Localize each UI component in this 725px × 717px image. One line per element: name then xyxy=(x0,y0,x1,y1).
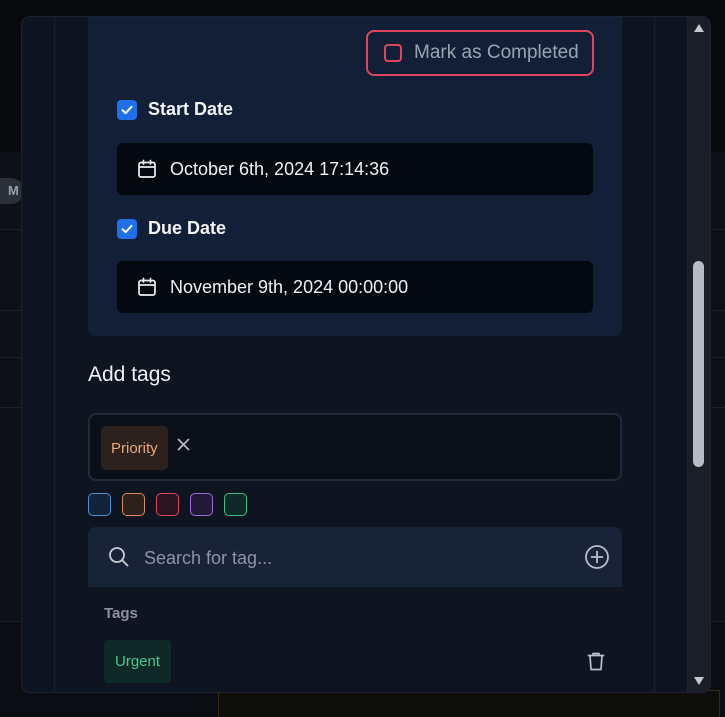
due-date-field[interactable]: November 9th, 2024 00:00:00 xyxy=(117,261,593,313)
modal-scrollbar[interactable] xyxy=(688,17,710,692)
search-icon xyxy=(109,547,129,567)
background-card xyxy=(218,690,720,717)
modal-inner-border xyxy=(54,17,55,692)
swatch-purple[interactable] xyxy=(190,493,213,516)
mark-completed-button[interactable]: Mark as Completed xyxy=(366,30,594,76)
start-date-checkbox[interactable] xyxy=(117,99,137,120)
tag-chip-priority: Priority xyxy=(101,426,168,470)
caret-up-icon xyxy=(694,24,704,32)
mark-completed-checkbox[interactable] xyxy=(384,44,402,62)
tag-urgent[interactable]: Urgent xyxy=(104,640,172,683)
due-date-value: November 9th, 2024 00:00:00 xyxy=(170,276,409,297)
tag-search-box xyxy=(88,527,622,587)
trash-icon[interactable] xyxy=(585,650,607,672)
swatch-red[interactable] xyxy=(156,493,179,516)
due-date-checkbox[interactable] xyxy=(117,218,137,239)
due-date-toggle[interactable]: Due Date xyxy=(117,218,226,239)
swatch-green[interactable] xyxy=(224,493,247,516)
add-tags-heading: Add tags xyxy=(88,363,171,386)
modal-inner-border xyxy=(654,17,655,692)
tags-list-heading: Tags xyxy=(104,605,138,622)
start-date-toggle[interactable]: Start Date xyxy=(117,99,233,120)
due-date-label: Due Date xyxy=(148,218,227,238)
scroll-up-button[interactable] xyxy=(688,17,710,39)
plus-circle-icon[interactable] xyxy=(584,544,610,570)
start-date-value: October 6th, 2024 17:14:36 xyxy=(170,158,390,179)
selected-tags-input[interactable]: Priority xyxy=(88,413,622,481)
scroll-down-button[interactable] xyxy=(688,670,710,692)
close-icon xyxy=(177,438,189,450)
tag-search-input[interactable] xyxy=(142,541,566,575)
tag-list-item: Urgent xyxy=(88,637,622,685)
tag-color-swatches xyxy=(88,493,247,516)
start-date-field[interactable]: October 6th, 2024 17:14:36 xyxy=(117,143,593,195)
dates-panel: Mark as Completed Start Date October 6th… xyxy=(88,17,622,336)
remove-tag-button[interactable] xyxy=(176,437,190,451)
swatch-orange[interactable] xyxy=(122,493,145,516)
calendar-icon xyxy=(138,277,156,296)
start-date-label: Start Date xyxy=(148,99,234,119)
task-modal: Mark as Completed Start Date October 6th… xyxy=(22,17,710,692)
calendar-icon xyxy=(138,159,156,178)
scrollbar-thumb[interactable] xyxy=(693,261,704,467)
check-icon xyxy=(121,105,133,114)
mark-completed-label: Mark as Completed xyxy=(414,42,579,63)
check-icon xyxy=(121,224,133,233)
caret-down-icon xyxy=(694,677,704,685)
swatch-blue[interactable] xyxy=(88,493,111,516)
